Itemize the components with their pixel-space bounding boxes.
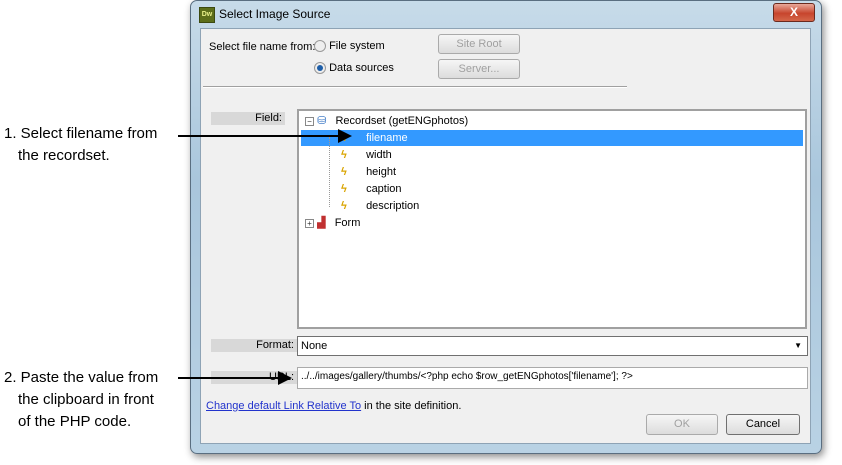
tree-node-height[interactable]: ϟ height [341, 164, 396, 180]
annotation-2-line-2: the clipboard in front [18, 391, 154, 408]
chevron-down-icon: ▼ [794, 341, 802, 350]
tree-node-description[interactable]: ϟ description [341, 198, 419, 214]
tree-node-width[interactable]: ϟ width [341, 147, 392, 163]
node-label: Form [334, 217, 361, 229]
field-tree[interactable]: − ⛁ Recordset (getENGphotos) ϟ filename … [297, 109, 807, 329]
bolt-icon: ϟ [341, 149, 347, 161]
dreamweaver-app-icon: Dw [199, 7, 215, 23]
bolt-icon: ϟ [341, 166, 347, 178]
field-label: Field: [211, 112, 285, 125]
annotation-1-arrow [178, 129, 352, 143]
node-label: caption [366, 183, 402, 195]
annotation-2-line-3: of the PHP code. [18, 413, 132, 430]
annotation-2-arrow [178, 371, 292, 385]
node-label: height [366, 166, 397, 178]
node-label: Recordset (getENGphotos) [335, 115, 469, 127]
annotation-2: 2. Paste the value from the clipboard in… [4, 367, 158, 433]
form-icon: ▟ [317, 217, 326, 229]
tree-node-recordset[interactable]: − ⛁ Recordset (getENGphotos) [305, 113, 468, 129]
collapse-icon[interactable]: − [305, 117, 314, 126]
annotation-2-line-1: 2. Paste the value from [4, 369, 159, 386]
tree-node-filename[interactable]: ϟ filename [301, 130, 803, 146]
url-input[interactable]: ../../images/gallery/thumbs/<?php echo $… [297, 367, 808, 389]
node-label: description [366, 200, 420, 212]
radio-file-system[interactable]: File system [314, 40, 385, 53]
format-value: None [301, 340, 328, 352]
annotation-1: 1. Select filename from the recordset. [4, 123, 157, 167]
server-button[interactable]: Server... [438, 59, 520, 79]
recordset-icon: ⛁ [317, 115, 327, 127]
format-select[interactable]: None ▼ [297, 336, 808, 356]
format-label: Format: [211, 339, 297, 352]
close-button[interactable]: X [773, 3, 815, 22]
annotation-1-line-2: the recordset. [18, 147, 110, 164]
link-suffix: in the site definition. [361, 400, 462, 412]
tree-node-form[interactable]: + ▟ Form [305, 215, 360, 231]
radio-label: Data sources [329, 62, 394, 74]
bolt-icon: ϟ [341, 183, 347, 195]
radio-icon [314, 40, 326, 53]
radio-selected-icon [314, 62, 326, 75]
radio-data-sources[interactable]: Data sources [314, 62, 394, 75]
tree-line [329, 137, 331, 207]
select-image-source-dialog: Dw Select Image Source X Select file nam… [190, 0, 822, 454]
expand-icon[interactable]: + [305, 219, 314, 228]
tree-node-caption[interactable]: ϟ caption [341, 181, 402, 197]
node-label: width [366, 149, 392, 161]
dialog-title: Select Image Source [219, 7, 331, 21]
annotation-1-line-1: 1. Select filename from [4, 125, 158, 142]
cancel-button[interactable]: Cancel [726, 414, 800, 435]
ok-button[interactable]: OK [646, 414, 718, 435]
radio-label: File system [329, 40, 385, 52]
change-link-relative-link[interactable]: Change default Link Relative To [206, 400, 361, 412]
bolt-icon: ϟ [341, 200, 347, 212]
node-label: filename [366, 132, 408, 144]
site-root-button[interactable]: Site Root [438, 34, 520, 54]
select-from-label: Select file name from: [209, 41, 316, 53]
link-relative-text: Change default Link Relative To in the s… [206, 400, 461, 412]
separator [203, 86, 627, 88]
